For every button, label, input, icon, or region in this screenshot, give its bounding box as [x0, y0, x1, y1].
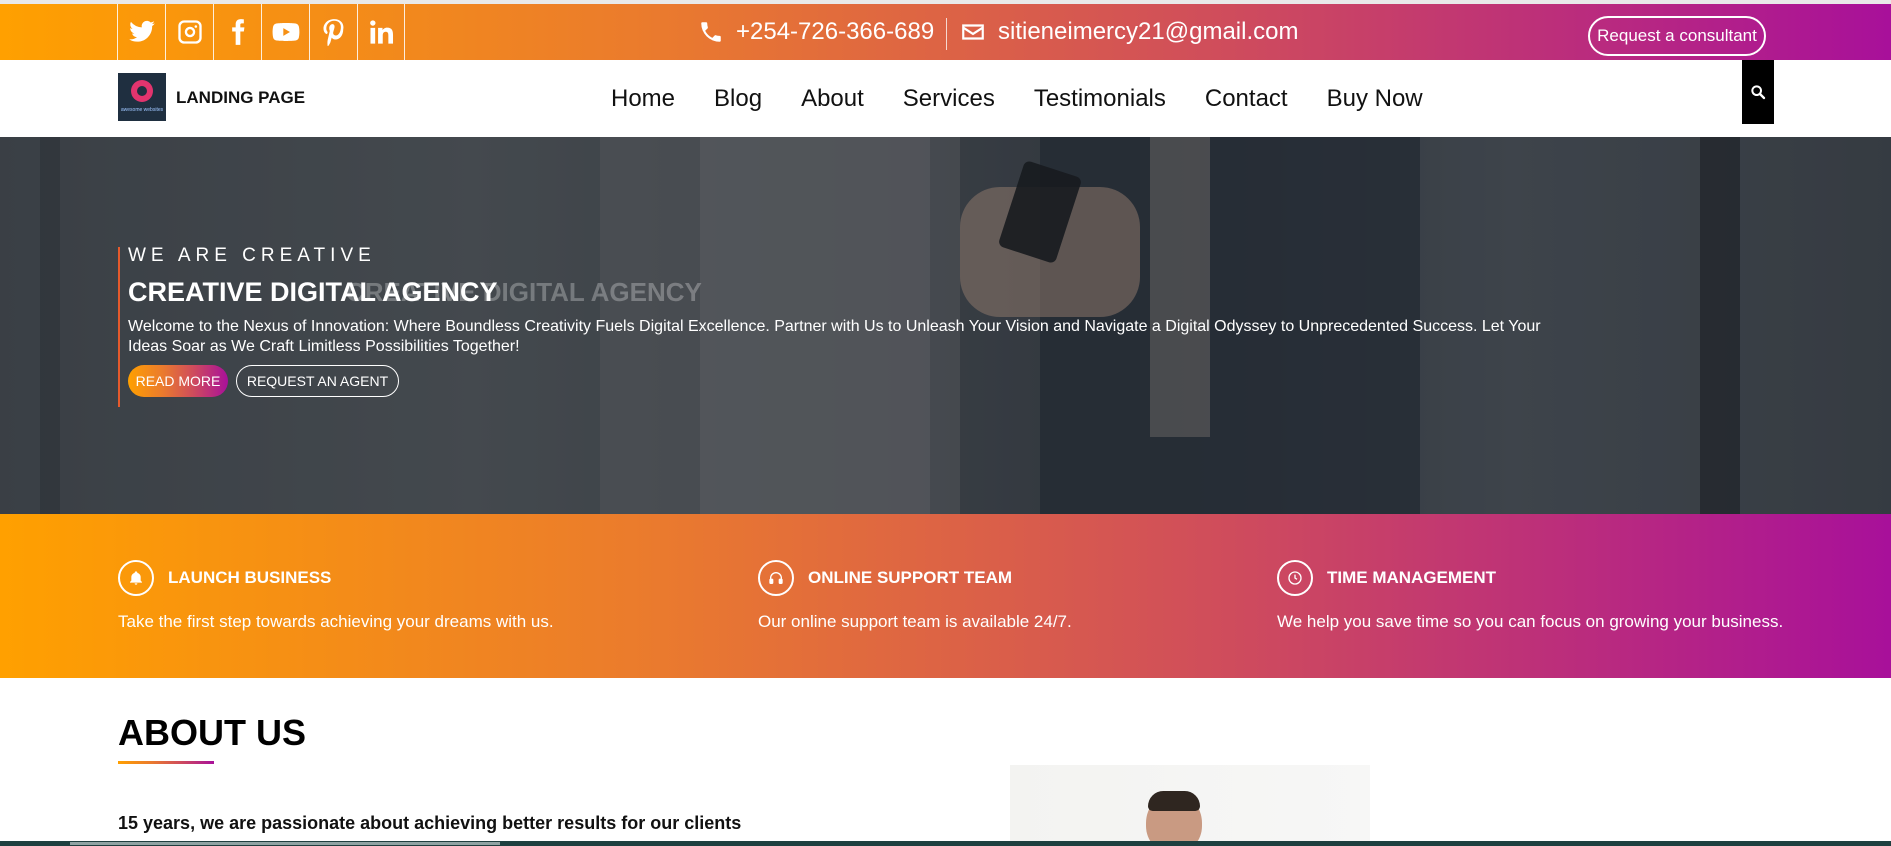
phone-icon [701, 22, 721, 42]
instagram-icon [177, 20, 202, 44]
linkedin-icon [370, 20, 394, 44]
logo[interactable]: awesome websites [118, 73, 166, 121]
nav-buy-now[interactable]: Buy Now [1327, 85, 1423, 113]
hero-description: Welcome to the Nexus of Innovation: Wher… [128, 318, 1541, 355]
nav-about[interactable]: About [801, 85, 864, 113]
nav-contact[interactable]: Contact [1205, 85, 1288, 113]
top-bar: +254-726-366-689 sitieneimercy21@gmail.c… [0, 0, 1891, 60]
envelope-icon [962, 24, 984, 40]
search-button[interactable] [1742, 60, 1774, 124]
twitter-link[interactable] [117, 4, 165, 60]
request-agent-button[interactable]: REQUEST AN AGENT [236, 365, 399, 397]
youtube-link[interactable] [261, 4, 309, 60]
clock-icon [1277, 560, 1313, 596]
nav-blog[interactable]: Blog [714, 85, 762, 113]
nav-home[interactable]: Home [611, 85, 675, 113]
search-icon [1751, 85, 1766, 100]
nav-testimonials[interactable]: Testimonials [1034, 85, 1166, 113]
nav-menu: Home Blog About Services Testimonials Co… [611, 60, 1462, 137]
hero-eyebrow: WE ARE CREATIVE [128, 245, 376, 266]
hero-accent-line [118, 247, 120, 407]
feature-title: ONLINE SUPPORT TEAM [808, 568, 1013, 587]
phone-number: +254-726-366-689 [736, 18, 935, 45]
person-hair [1148, 791, 1200, 811]
brand-name[interactable]: LANDING PAGE [176, 88, 305, 108]
main-navbar: awesome websites LANDING PAGE Home Blog … [0, 60, 1891, 137]
request-consultant-button[interactable]: Request a consultant [1588, 16, 1766, 56]
horizontal-scrollbar-thumb[interactable] [70, 842, 500, 845]
phone-contact[interactable]: +254-726-366-689 [698, 4, 934, 60]
logo-mark [131, 80, 153, 102]
contact-divider [946, 18, 947, 50]
feature-time-management: TIME MANAGEMENT We help you save time so… [1277, 560, 1783, 632]
linkedin-link[interactable] [357, 4, 405, 60]
feature-launch-business: LAUNCH BUSINESS Take the first step towa… [118, 560, 554, 632]
feature-title: LAUNCH BUSINESS [168, 568, 332, 587]
facebook-icon [231, 19, 244, 45]
headphones-icon [758, 560, 794, 596]
facebook-link[interactable] [213, 4, 261, 60]
twitter-icon [128, 20, 155, 42]
social-links [117, 4, 405, 60]
features-strip: LAUNCH BUSINESS Take the first step towa… [0, 514, 1891, 678]
pinterest-link[interactable] [309, 4, 357, 60]
feature-text: Our online support team is available 24/… [758, 612, 1072, 631]
pinterest-icon [323, 19, 343, 46]
email-contact[interactable]: sitieneimercy21@gmail.com [960, 4, 1298, 60]
bell-icon [118, 560, 154, 596]
feature-online-support: ONLINE SUPPORT TEAM Our online support t… [758, 560, 1072, 632]
nav-services[interactable]: Services [903, 85, 995, 113]
feature-text: Take the first step towards achieving yo… [118, 612, 554, 631]
youtube-icon [272, 23, 299, 41]
read-more-button[interactable]: READ MORE [128, 365, 228, 397]
feature-title: TIME MANAGEMENT [1327, 568, 1497, 587]
hero-title: CREATIVE DIGITAL AGENCY [128, 277, 498, 307]
logo-text: awesome websites [120, 107, 164, 113]
feature-text: We help you save time so you can focus o… [1277, 612, 1784, 631]
about-subtitle: 15 years, we are passionate about achiev… [118, 813, 742, 833]
email-address: sitieneimercy21@gmail.com [998, 18, 1299, 45]
about-title: ABOUT US [118, 712, 306, 753]
instagram-link[interactable] [165, 4, 213, 60]
about-image [1010, 765, 1370, 846]
about-title-underline [118, 761, 214, 764]
hero-section: WE ARE CREATIVE CREATIVE DIGITAL AGENCY … [0, 137, 1891, 514]
